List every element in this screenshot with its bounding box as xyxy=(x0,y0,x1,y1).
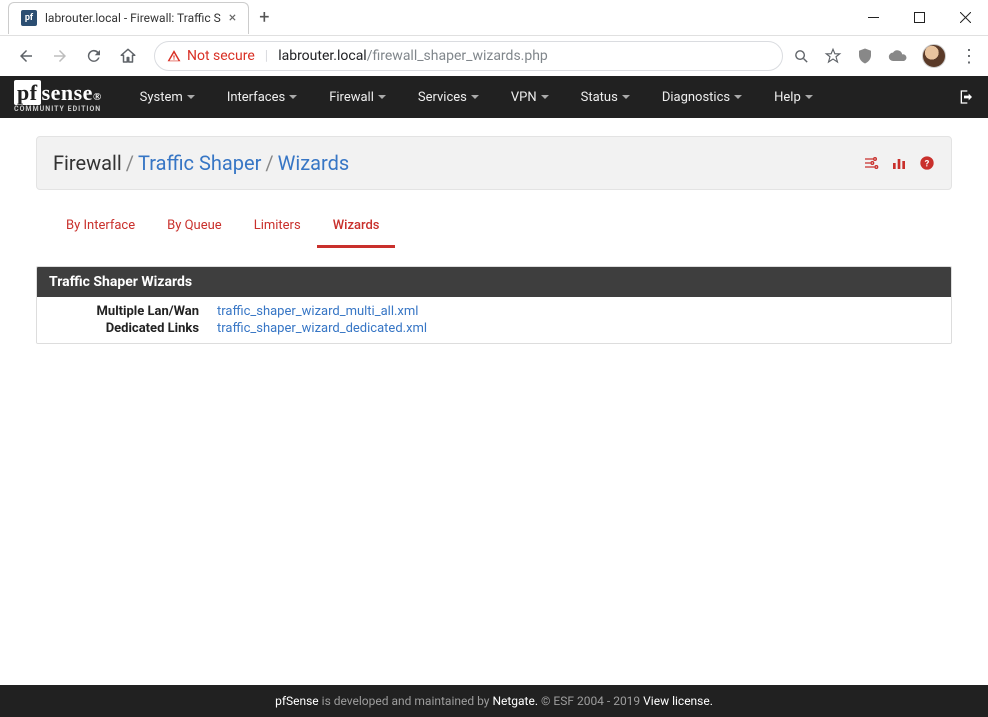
breadcrumb-wizards[interactable]: Wizards xyxy=(278,151,350,175)
caret-icon xyxy=(378,95,386,99)
footer-text: is developed and maintained by xyxy=(319,694,493,708)
tab-title: labrouter.local - Firewall: Traffic S xyxy=(45,11,221,25)
reload-icon[interactable] xyxy=(84,46,104,66)
not-secure-indicator: Not secure xyxy=(167,48,255,64)
logout-icon[interactable] xyxy=(958,89,974,105)
warning-icon xyxy=(167,49,181,63)
subtabs: By Interface By Queue Limiters Wizards xyxy=(50,208,952,248)
caret-icon xyxy=(187,95,195,99)
subtab-by-interface[interactable]: By Interface xyxy=(50,208,151,248)
wizards-panel: Traffic Shaper Wizards Multiple Lan/Wan … xyxy=(36,266,952,344)
browser-address-bar: Not secure | labrouter.local/firewall_sh… xyxy=(0,36,988,76)
bookmark-star-icon[interactable] xyxy=(824,47,842,65)
menu-help[interactable]: Help xyxy=(758,76,829,118)
breadcrumb-sep: / xyxy=(126,151,134,175)
menu-status[interactable]: Status xyxy=(565,76,646,118)
menu-interfaces[interactable]: Interfaces xyxy=(211,76,313,118)
browser-menu-icon[interactable]: ⋮ xyxy=(960,46,978,67)
url-host: labrouter.local/firewall_shaper_wizards.… xyxy=(278,48,548,64)
breadcrumb-sep: / xyxy=(265,151,273,175)
minimize-icon[interactable] xyxy=(850,3,896,33)
back-icon[interactable] xyxy=(16,46,36,66)
wizard-row: Dedicated Links traffic_shaper_wizard_de… xyxy=(37,320,951,337)
breadcrumb-firewall: Firewall xyxy=(53,151,122,175)
browser-tab[interactable]: pf labrouter.local - Firewall: Traffic S… xyxy=(8,2,249,34)
footer-netgate[interactable]: Netgate. xyxy=(492,694,538,708)
new-tab-button[interactable]: + xyxy=(259,7,269,28)
menu-firewall[interactable]: Firewall xyxy=(313,76,402,118)
breadcrumb-traffic-shaper[interactable]: Traffic Shaper xyxy=(138,151,261,175)
caret-icon xyxy=(622,95,630,99)
url-path: /firewall_shaper_wizards.php xyxy=(367,48,548,64)
caret-icon xyxy=(471,95,479,99)
footer-brand: pfSense xyxy=(275,694,319,708)
search-url-icon[interactable] xyxy=(793,48,810,65)
maximize-icon[interactable] xyxy=(896,3,942,33)
extension-shield-icon[interactable] xyxy=(856,47,874,65)
panel-title: Traffic Shaper Wizards xyxy=(37,267,951,297)
footer-view-license[interactable]: View license. xyxy=(643,694,713,708)
caret-icon xyxy=(805,95,813,99)
caret-icon xyxy=(541,95,549,99)
not-secure-label: Not secure xyxy=(187,48,255,64)
sliders-icon[interactable] xyxy=(863,155,879,171)
menu-vpn[interactable]: VPN xyxy=(495,76,565,118)
menu-system[interactable]: System xyxy=(124,76,211,118)
menu-services[interactable]: Services xyxy=(402,76,495,118)
wizard-link-dedicated[interactable]: traffic_shaper_wizard_dedicated.xml xyxy=(217,321,427,336)
caret-icon xyxy=(289,95,297,99)
profile-avatar[interactable] xyxy=(922,44,946,68)
wizard-link-multi[interactable]: traffic_shaper_wizard_multi_all.xml xyxy=(217,304,418,319)
wizard-label: Dedicated Links xyxy=(51,321,199,336)
home-icon[interactable] xyxy=(118,46,138,66)
menu-diagnostics[interactable]: Diagnostics xyxy=(646,76,758,118)
forward-icon xyxy=(50,46,70,66)
extension-cloud-icon[interactable] xyxy=(888,49,908,63)
svg-text:?: ? xyxy=(925,158,930,169)
favicon-icon: pf xyxy=(21,10,37,26)
wizard-row: Multiple Lan/Wan traffic_shaper_wizard_m… xyxy=(37,303,951,320)
subtab-wizards[interactable]: Wizards xyxy=(317,208,396,248)
pfsense-logo[interactable]: pfsense® COMMUNITY EDITION xyxy=(14,82,102,113)
tab-close-icon[interactable]: × xyxy=(229,10,236,26)
pfsense-footer: pfSense is developed and maintained by N… xyxy=(0,685,988,717)
url-input[interactable]: Not secure | labrouter.local/firewall_sh… xyxy=(154,41,783,71)
help-icon[interactable]: ? xyxy=(919,155,935,171)
subtab-limiters[interactable]: Limiters xyxy=(238,208,317,248)
footer-text: © ESF 2004 - 2019 xyxy=(538,694,643,708)
pfsense-menu: System Interfaces Firewall Services VPN … xyxy=(124,76,829,118)
url-separator: | xyxy=(265,48,268,64)
close-window-icon[interactable] xyxy=(942,3,988,33)
subtab-by-queue[interactable]: By Queue xyxy=(151,208,238,248)
breadcrumb: Firewall / Traffic Shaper / Wizards ? xyxy=(36,136,952,190)
pfsense-navbar: pfsense® COMMUNITY EDITION System Interf… xyxy=(0,76,988,118)
bar-chart-icon[interactable] xyxy=(891,155,907,171)
caret-icon xyxy=(734,95,742,99)
wizard-label: Multiple Lan/Wan xyxy=(51,304,199,319)
window-controls xyxy=(850,3,988,33)
window-titlebar: pf labrouter.local - Firewall: Traffic S… xyxy=(0,0,988,36)
